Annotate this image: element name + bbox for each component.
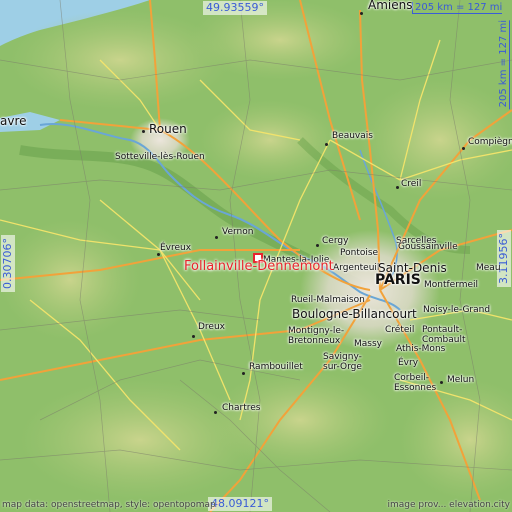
place-dot-icon [316,244,319,247]
place-dot-icon [157,253,160,256]
place-label: Pontoise [340,248,379,258]
place-label: Dreux [198,322,225,332]
place-label: Créteil [385,325,415,335]
scale-bar-horizontal: 205 km = 127 mi [412,2,503,14]
place-label: Amiens [368,0,413,12]
place-label: Évry [398,358,419,368]
place-label: Compiègne [468,137,512,147]
scale-bar-vertical: 205 km = 127 mi [498,20,510,110]
place-dot-icon [214,411,217,414]
place-dot-icon [396,186,399,189]
place-label: Montfermeil [424,280,479,290]
place-label: Rambouillet [249,362,303,372]
place-label: Creil [401,179,422,189]
place-label: Évreux [160,243,192,253]
place-dot-icon [462,147,465,150]
place-label: Meau [476,263,501,273]
place-label: Noisy-le-Grand [423,305,491,315]
place-label: Rouen [149,122,187,136]
place-label: Goussainville [398,242,458,252]
longitude-left-label: 0.30706° [1,235,15,292]
map-view[interactable]: 49.93559° 48.09121° 0.30706° 3.11956° 20… [0,0,512,512]
place-label: Beauvais [332,131,373,141]
attribution-left: map data: openstreetmap, style: opentopo… [2,500,216,510]
place-dot-icon [242,372,245,375]
place-label: Rueil-Malmaison [291,295,365,305]
latitude-top-label: 49.93559° [203,1,267,15]
place-dot-icon [142,130,145,133]
place-label: Melun [447,375,475,385]
place-label: Chartres [222,403,261,413]
place-dot-icon [215,236,218,239]
place-label: Savigny-sur-Orge [323,352,362,372]
place-label: Boulogne-Billancourt [292,307,417,321]
place-label: Cergy [322,236,349,246]
place-dot-icon [192,335,195,338]
place-label: Sotteville-lès-Rouen [115,152,205,162]
attribution-right[interactable]: image prov... elevation.city [387,500,510,510]
place-label: Montigny-le-Bretonneux [288,326,345,346]
place-label: avre [0,114,27,128]
place-label-capital: PARIS [375,272,421,288]
place-dot-icon [325,143,328,146]
target-place-label: Follainville-Dennemont [184,259,334,274]
latitude-bottom-label: 48.09121° [208,497,272,511]
place-label: Argenteuil [333,263,380,273]
place-label: Vernon [222,227,254,237]
place-dot-icon [360,12,363,15]
place-label: Corbeil-Essonnes [394,373,437,393]
place-label: Massy [354,339,382,349]
place-dot-icon [440,381,443,384]
longitude-right-label: 3.11956° [497,230,511,287]
place-label: Pontault-Combault [422,325,466,345]
place-label: Athis-Mons [396,344,446,354]
